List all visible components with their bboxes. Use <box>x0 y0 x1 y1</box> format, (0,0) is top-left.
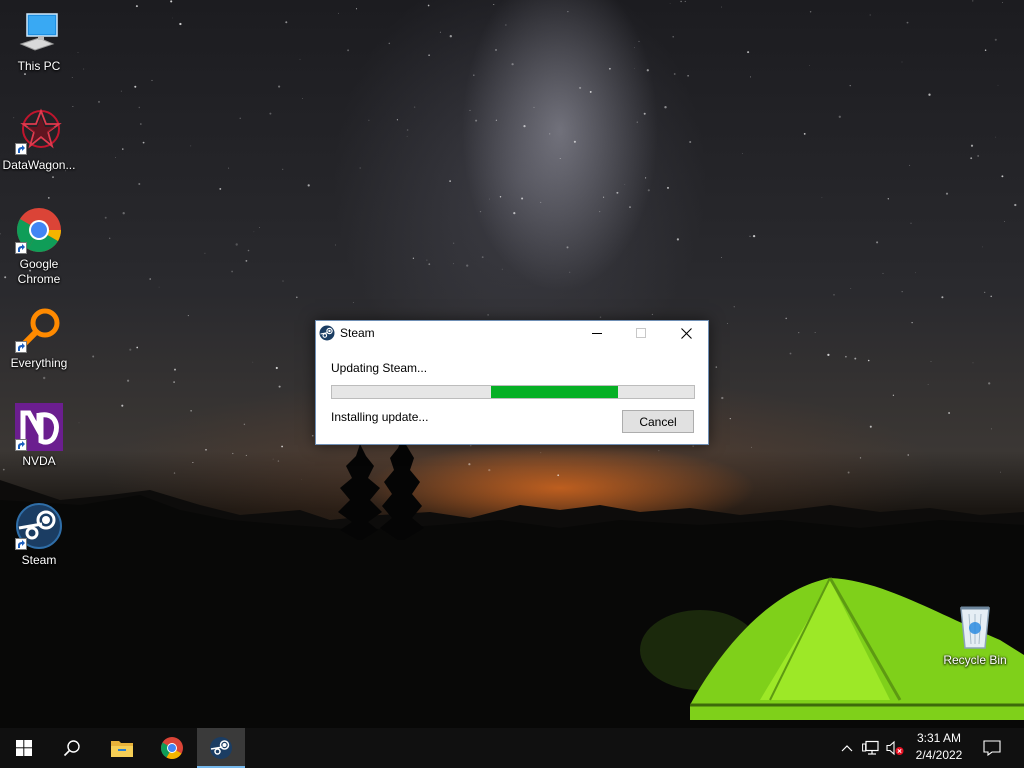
notifications-button[interactable] <box>978 728 1006 768</box>
taskbar-steam[interactable] <box>197 728 245 768</box>
desktop-icon-label: Everything <box>10 356 68 370</box>
update-heading: Updating Steam... <box>331 361 428 375</box>
desktop-icon-label: Google Chrome <box>17 257 61 286</box>
desktop-icon-label: DataWagon... <box>2 158 76 172</box>
cancel-button[interactable]: Cancel <box>622 410 694 433</box>
steam-icon <box>210 737 232 759</box>
update-status-text: Installing update... <box>331 410 429 424</box>
taskbar-clock[interactable]: 3:31 AM 2/4/2022 <box>906 730 972 766</box>
taskbar-file-explorer[interactable] <box>98 728 146 768</box>
steam-icon <box>319 325 335 341</box>
datawagon-icon <box>15 107 63 155</box>
computer-icon <box>15 8 63 56</box>
network-tray-button[interactable] <box>860 728 882 768</box>
update-progress-bar <box>331 385 695 399</box>
search-button[interactable] <box>48 728 96 768</box>
close-icon <box>680 327 692 339</box>
progress-fill <box>491 386 618 398</box>
search-icon <box>63 740 80 757</box>
shortcut-arrow-icon <box>15 538 27 550</box>
clock-date: 2/4/2022 <box>915 748 963 762</box>
shortcut-arrow-icon <box>15 439 27 451</box>
taskbar-chrome[interactable] <box>148 728 196 768</box>
action-center-icon <box>983 740 1001 756</box>
dialog-title: Steam <box>340 326 375 340</box>
steam-update-dialog: Steam Updating Steam... Installing updat… <box>315 320 709 445</box>
maximize-icon <box>636 328 646 338</box>
file-explorer-icon <box>111 741 133 757</box>
desktop-icon-steam[interactable]: Steam <box>1 502 77 568</box>
desktop-icon-google-chrome[interactable]: Google Chrome <box>1 206 77 287</box>
chevron-up-icon <box>841 745 853 752</box>
desktop: This PC DataWagon... Google Chrome Every… <box>0 0 1024 728</box>
desktop-icon-this-pc[interactable]: This PC <box>1 8 77 74</box>
network-icon <box>862 740 879 755</box>
show-hidden-icons-button[interactable] <box>838 728 856 768</box>
desktop-icon-label: Steam <box>21 553 57 567</box>
desktop-icon-label: NVDA <box>22 454 56 468</box>
shortcut-arrow-icon <box>15 341 27 353</box>
everything-search-icon <box>15 305 63 353</box>
minimize-button[interactable] <box>574 321 620 345</box>
chrome-icon <box>161 737 183 759</box>
clock-time: 3:31 AM <box>916 731 962 745</box>
desktop-icon-label: Recycle Bin <box>943 653 1007 667</box>
desktop-icon-nvda[interactable]: NVDA <box>1 403 77 469</box>
steam-icon <box>15 502 63 550</box>
nvda-icon <box>15 403 63 451</box>
desktop-icon-datawagon[interactable]: DataWagon... <box>1 107 77 173</box>
desktop-icon-recycle-bin[interactable]: Recycle Bin <box>937 602 1013 668</box>
minimize-icon <box>592 333 602 334</box>
maximize-button <box>618 321 664 345</box>
desktop-icon-everything[interactable]: Everything <box>1 305 77 371</box>
dialog-titlebar[interactable]: Steam <box>316 321 708 345</box>
shortcut-arrow-icon <box>15 242 27 254</box>
desktop-icon-label: This PC <box>17 59 61 73</box>
volume-tray-button[interactable] <box>884 728 906 768</box>
windows-start-icon <box>16 740 32 756</box>
chrome-icon <box>15 206 63 254</box>
recycle-bin-icon <box>951 602 999 650</box>
start-button[interactable] <box>0 728 48 768</box>
taskbar: 3:31 AM 2/4/2022 <box>0 728 1024 768</box>
volume-muted-icon <box>886 740 904 756</box>
shortcut-arrow-icon <box>15 143 27 155</box>
close-button[interactable] <box>663 321 709 345</box>
